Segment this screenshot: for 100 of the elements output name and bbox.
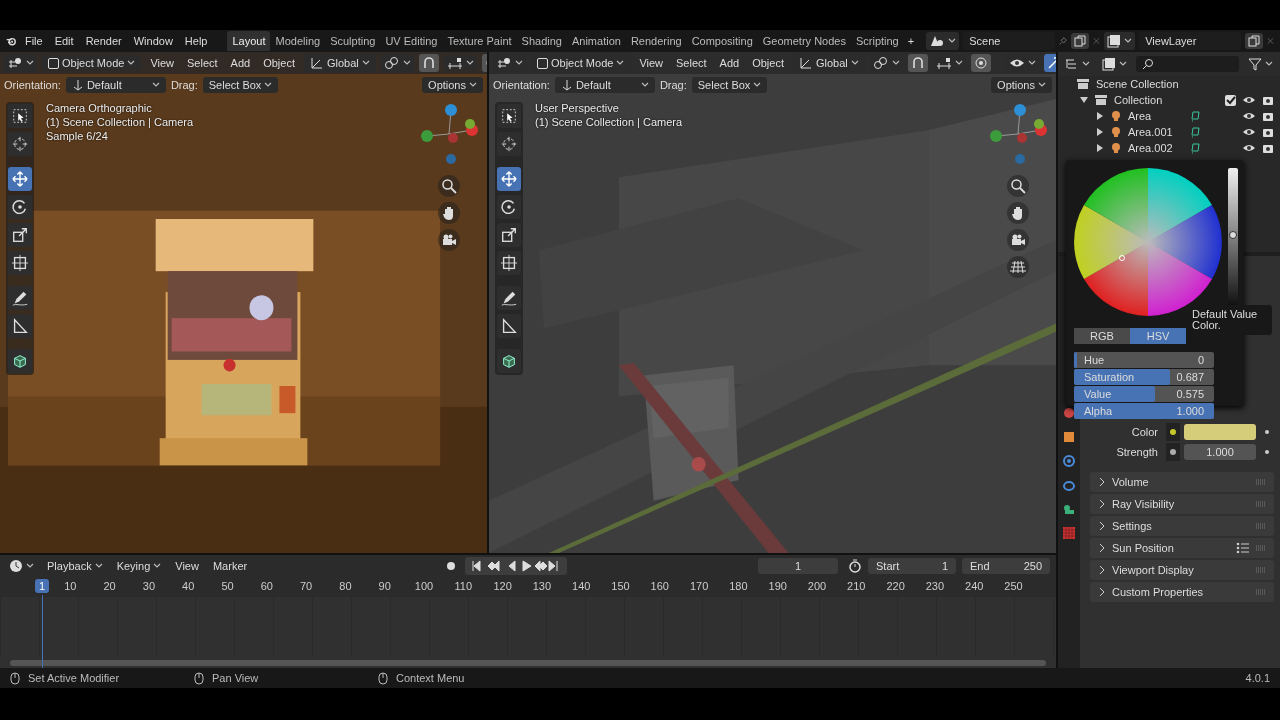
menu-item[interactable]: Help bbox=[180, 33, 212, 49]
camera-icon[interactable] bbox=[438, 229, 460, 251]
end-frame-field[interactable]: End 250 bbox=[962, 558, 1050, 574]
outliner-item[interactable]: Scene Collection bbox=[1096, 78, 1179, 90]
proportional-edit-icon[interactable] bbox=[970, 54, 991, 72]
panel-header[interactable]: Custom Properties bbox=[1090, 582, 1274, 602]
menu-item[interactable]: View bbox=[635, 55, 668, 71]
menu-item[interactable]: View bbox=[146, 55, 179, 71]
move-tool-icon[interactable] bbox=[8, 167, 32, 191]
copy-button[interactable] bbox=[1245, 33, 1264, 49]
workspace-tab[interactable]: Modeling bbox=[270, 31, 326, 51]
hand-icon[interactable] bbox=[438, 202, 460, 224]
outliner-item[interactable]: Area bbox=[1128, 110, 1184, 122]
snap-icon[interactable] bbox=[418, 54, 439, 72]
panel-header[interactable]: Volume bbox=[1090, 472, 1274, 492]
view-layer-field[interactable]: ViewLayer bbox=[1139, 32, 1242, 50]
area-light-data-icon[interactable] bbox=[1190, 110, 1202, 122]
material-tab-icon[interactable] bbox=[1062, 406, 1076, 420]
workspace-tab[interactable]: Geometry Nodes bbox=[757, 31, 851, 51]
start-frame-field[interactable]: Start 1 bbox=[868, 558, 956, 574]
camera-icon[interactable] bbox=[1262, 110, 1274, 122]
eye-icon[interactable] bbox=[1242, 143, 1256, 153]
menu-item[interactable]: Add bbox=[226, 55, 255, 71]
zoom-icon[interactable] bbox=[438, 175, 460, 197]
menu-item[interactable]: Render bbox=[81, 33, 126, 49]
workspace-tab[interactable]: Rendering bbox=[625, 31, 687, 51]
transform-orientation-dropdown[interactable]: Global bbox=[304, 54, 376, 72]
pivot-point-button[interactable] bbox=[380, 54, 414, 72]
select-tool-icon[interactable] bbox=[497, 104, 521, 128]
options-dropdown[interactable]: Options bbox=[422, 77, 483, 93]
drag-dropdown[interactable]: Select Box bbox=[202, 77, 279, 93]
slider-field[interactable]: Hue 0 bbox=[1074, 352, 1214, 368]
color-mode-tab[interactable]: HSV bbox=[1130, 328, 1186, 344]
workspace-tab[interactable]: Layout bbox=[227, 31, 271, 51]
current-frame-field[interactable]: 1 bbox=[758, 558, 838, 574]
menu-item[interactable]: Select bbox=[672, 55, 711, 71]
scrollbar[interactable] bbox=[10, 660, 1046, 666]
menu-item[interactable]: Marker bbox=[208, 558, 252, 574]
menu-item[interactable]: Object bbox=[259, 55, 299, 71]
slider-field[interactable]: Alpha 1.000 bbox=[1074, 403, 1214, 419]
area-light-data-icon[interactable] bbox=[1190, 142, 1202, 154]
current-frame-marker[interactable]: 1 bbox=[34, 579, 50, 593]
menu-item[interactable]: Edit bbox=[50, 33, 78, 49]
view-layer-button[interactable] bbox=[1104, 32, 1136, 50]
color-mode-tab[interactable]: RGB bbox=[1074, 328, 1130, 344]
outliner-item[interactable]: Area.002 bbox=[1128, 142, 1184, 154]
measure-tool-icon[interactable] bbox=[497, 314, 521, 338]
select-tool-icon[interactable] bbox=[8, 104, 32, 128]
search-field[interactable] bbox=[1136, 56, 1239, 72]
texture-tab-icon[interactable] bbox=[1062, 526, 1076, 540]
expand-arrow-icon[interactable] bbox=[1096, 144, 1104, 152]
stopwatch-icon[interactable] bbox=[848, 559, 862, 573]
object-tab-icon[interactable] bbox=[1062, 430, 1076, 444]
copy-button[interactable] bbox=[1071, 33, 1090, 49]
menu-item[interactable]: Select bbox=[183, 55, 222, 71]
workspace-tab[interactable]: UV Editing bbox=[380, 31, 443, 51]
menu-item[interactable]: Object bbox=[748, 55, 788, 71]
timeline-track[interactable] bbox=[0, 597, 1056, 656]
playback-controls-drawing[interactable] bbox=[464, 557, 567, 575]
outliner-item[interactable]: Area.001 bbox=[1128, 126, 1184, 138]
orientation-dropdown[interactable]: Default bbox=[554, 77, 655, 93]
scene-button[interactable] bbox=[926, 32, 960, 50]
snap-icon[interactable] bbox=[907, 54, 928, 72]
rotate-tool-icon[interactable] bbox=[8, 195, 32, 219]
menu-item[interactable]: View bbox=[171, 558, 203, 574]
options-dropdown[interactable]: Options bbox=[991, 77, 1052, 93]
eye-icon[interactable] bbox=[1242, 95, 1256, 105]
editor-type-button[interactable] bbox=[4, 54, 37, 72]
camera-icon[interactable] bbox=[1262, 126, 1274, 138]
transform-tool-icon[interactable] bbox=[8, 251, 32, 275]
rotate-tool-icon[interactable] bbox=[497, 195, 521, 219]
panel-header[interactable]: Viewport Display bbox=[1090, 560, 1274, 580]
move-tool-icon[interactable] bbox=[497, 167, 521, 191]
socket-icon[interactable] bbox=[1170, 429, 1176, 435]
checkbox[interactable] bbox=[1225, 94, 1236, 106]
drag-dropdown[interactable]: Select Box bbox=[691, 77, 768, 93]
workspace-tab[interactable]: Scripting bbox=[850, 31, 904, 51]
snap-target-button[interactable] bbox=[443, 55, 477, 71]
zoom-icon[interactable] bbox=[1007, 175, 1029, 197]
cursor-tool-icon[interactable] bbox=[497, 132, 521, 156]
outliner-item[interactable]: Collection bbox=[1114, 94, 1163, 106]
keyframe-dot-icon[interactable] bbox=[1265, 430, 1269, 434]
scale-tool-icon[interactable] bbox=[497, 223, 521, 247]
menu-item[interactable]: Keying bbox=[112, 558, 166, 574]
menu-item[interactable]: File bbox=[20, 33, 47, 49]
data-tab-icon[interactable] bbox=[1062, 502, 1076, 516]
pin-icon[interactable] bbox=[1059, 35, 1068, 47]
measure-tool-icon[interactable] bbox=[8, 314, 32, 338]
strength-field[interactable]: 1.000 bbox=[1184, 444, 1256, 460]
add-workspace-button[interactable]: + bbox=[903, 31, 919, 51]
physics-tab-icon[interactable] bbox=[1062, 454, 1076, 468]
workspace-tab[interactable]: Shading bbox=[516, 31, 567, 51]
expand-arrow-icon[interactable] bbox=[1096, 128, 1104, 136]
camera-icon[interactable] bbox=[1007, 229, 1029, 251]
panel-header[interactable]: Ray Visibility bbox=[1090, 494, 1274, 514]
scale-tool-icon[interactable] bbox=[8, 223, 32, 247]
panel-header[interactable]: Sun Position bbox=[1090, 538, 1274, 558]
hand-icon[interactable] bbox=[1007, 202, 1029, 224]
grid-icon[interactable] bbox=[1007, 256, 1029, 278]
mode-dropdown[interactable]: Object Mode bbox=[42, 55, 142, 71]
